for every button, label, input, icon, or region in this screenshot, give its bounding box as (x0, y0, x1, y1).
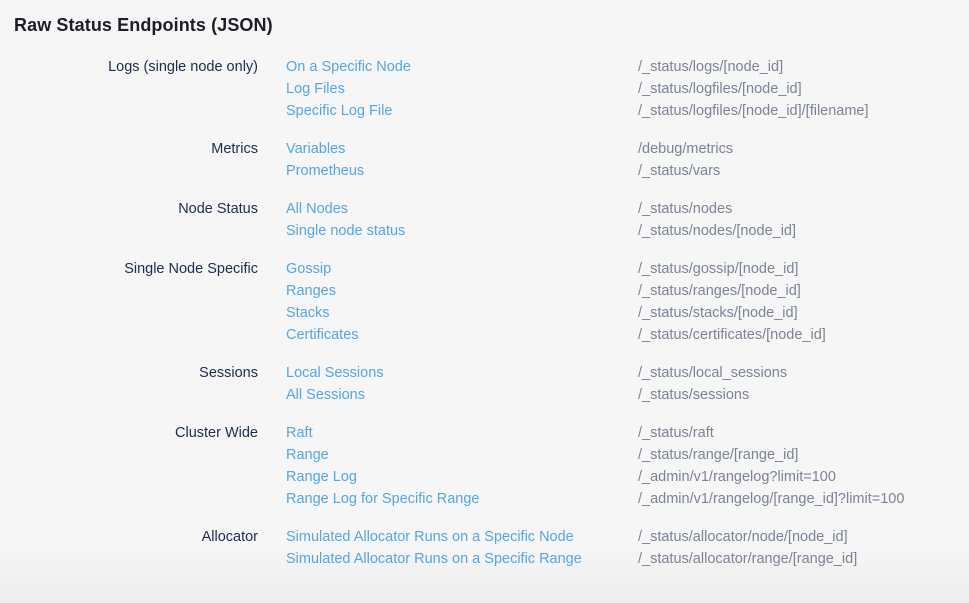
endpoint-row: Simulated Allocator Runs on a Specific N… (286, 526, 969, 548)
endpoint-path: /_status/gossip/[node_id] (638, 258, 798, 280)
endpoint-group: Single Node Specific Gossip /_status/gos… (0, 258, 969, 346)
endpoint-path: /_status/stacks/[node_id] (638, 302, 798, 324)
endpoint-entries: All Nodes /_status/nodes Single node sta… (286, 198, 969, 242)
endpoint-row: All Nodes /_status/nodes (286, 198, 969, 220)
endpoint-row: Range Log for Specific Range /_admin/v1/… (286, 488, 969, 510)
endpoint-path: /_status/certificates/[node_id] (638, 324, 826, 346)
endpoint-row: Prometheus /_status/vars (286, 160, 969, 182)
endpoint-row: Range /_status/range/[range_id] (286, 444, 969, 466)
endpoint-row: Simulated Allocator Runs on a Specific R… (286, 548, 969, 570)
category-label: Allocator (0, 526, 258, 548)
category-label: Single Node Specific (0, 258, 258, 280)
endpoint-entries: Raft /_status/raft Range /_status/range/… (286, 422, 969, 510)
endpoint-entries: On a Specific Node /_status/logs/[node_i… (286, 56, 969, 122)
endpoint-entries: Gossip /_status/gossip/[node_id] Ranges … (286, 258, 969, 346)
endpoint-link[interactable]: Raft (286, 422, 638, 444)
endpoint-row: On a Specific Node /_status/logs/[node_i… (286, 56, 969, 78)
endpoint-group: Cluster Wide Raft /_status/raft Range /_… (0, 422, 969, 510)
endpoint-row: Single node status /_status/nodes/[node_… (286, 220, 969, 242)
endpoint-row: Ranges /_status/ranges/[node_id] (286, 280, 969, 302)
endpoint-row: Range Log /_admin/v1/rangelog?limit=100 (286, 466, 969, 488)
endpoint-path: /_status/ranges/[node_id] (638, 280, 801, 302)
endpoint-link[interactable]: Gossip (286, 258, 638, 280)
endpoint-link[interactable]: Ranges (286, 280, 638, 302)
endpoint-path: /_status/sessions (638, 384, 749, 406)
endpoint-path: /_status/logfiles/[node_id] (638, 78, 802, 100)
endpoint-link[interactable]: Variables (286, 138, 638, 160)
category-label: Node Status (0, 198, 258, 220)
endpoint-path: /_status/raft (638, 422, 714, 444)
endpoint-row: Log Files /_status/logfiles/[node_id] (286, 78, 969, 100)
endpoint-row: Stacks /_status/stacks/[node_id] (286, 302, 969, 324)
endpoint-entries: Variables /debug/metrics Prometheus /_st… (286, 138, 969, 182)
endpoint-link[interactable]: Single node status (286, 220, 638, 242)
endpoint-table: Logs (single node only) On a Specific No… (0, 56, 969, 570)
endpoint-path: /_status/logfiles/[node_id]/[filename] (638, 100, 869, 122)
endpoint-link[interactable]: Certificates (286, 324, 638, 346)
category-label: Sessions (0, 362, 258, 384)
endpoint-path: /_status/range/[range_id] (638, 444, 798, 466)
endpoint-row: Local Sessions /_status/local_sessions (286, 362, 969, 384)
endpoint-group: Node Status All Nodes /_status/nodes Sin… (0, 198, 969, 242)
endpoint-row: Gossip /_status/gossip/[node_id] (286, 258, 969, 280)
endpoint-row: All Sessions /_status/sessions (286, 384, 969, 406)
endpoint-group: Metrics Variables /debug/metrics Prometh… (0, 138, 969, 182)
endpoint-link[interactable]: Simulated Allocator Runs on a Specific R… (286, 548, 638, 570)
endpoint-row: Certificates /_status/certificates/[node… (286, 324, 969, 346)
endpoint-entries: Local Sessions /_status/local_sessions A… (286, 362, 969, 406)
endpoint-path: /_status/nodes (638, 198, 732, 220)
endpoint-path: /_status/local_sessions (638, 362, 787, 384)
endpoint-link[interactable]: Range Log (286, 466, 638, 488)
endpoint-link[interactable]: All Sessions (286, 384, 638, 406)
endpoint-link[interactable]: Prometheus (286, 160, 638, 182)
endpoint-group: Sessions Local Sessions /_status/local_s… (0, 362, 969, 406)
endpoint-link[interactable]: Local Sessions (286, 362, 638, 384)
endpoint-link[interactable]: Specific Log File (286, 100, 638, 122)
endpoint-link[interactable]: Stacks (286, 302, 638, 324)
endpoint-entries: Simulated Allocator Runs on a Specific N… (286, 526, 969, 570)
endpoint-path: /_admin/v1/rangelog/[range_id]?limit=100 (638, 488, 904, 510)
endpoint-path: /_status/vars (638, 160, 720, 182)
endpoint-path: /_status/nodes/[node_id] (638, 220, 796, 242)
endpoint-path: /_status/logs/[node_id] (638, 56, 783, 78)
endpoint-group: Logs (single node only) On a Specific No… (0, 56, 969, 122)
endpoint-group: Allocator Simulated Allocator Runs on a … (0, 526, 969, 570)
endpoint-link[interactable]: Log Files (286, 78, 638, 100)
endpoint-row: Raft /_status/raft (286, 422, 969, 444)
endpoint-link[interactable]: Simulated Allocator Runs on a Specific N… (286, 526, 638, 548)
endpoint-row: Variables /debug/metrics (286, 138, 969, 160)
endpoint-path: /_status/allocator/range/[range_id] (638, 548, 857, 570)
endpoint-link[interactable]: All Nodes (286, 198, 638, 220)
endpoint-path: /_status/allocator/node/[node_id] (638, 526, 848, 548)
category-label: Metrics (0, 138, 258, 160)
endpoint-path: /_admin/v1/rangelog?limit=100 (638, 466, 836, 488)
category-label: Logs (single node only) (0, 56, 258, 78)
endpoint-link[interactable]: On a Specific Node (286, 56, 638, 78)
category-label: Cluster Wide (0, 422, 258, 444)
page-title: Raw Status Endpoints (JSON) (0, 0, 969, 37)
endpoint-row: Specific Log File /_status/logfiles/[nod… (286, 100, 969, 122)
endpoint-path: /debug/metrics (638, 138, 733, 160)
endpoint-link[interactable]: Range Log for Specific Range (286, 488, 638, 510)
endpoint-link[interactable]: Range (286, 444, 638, 466)
